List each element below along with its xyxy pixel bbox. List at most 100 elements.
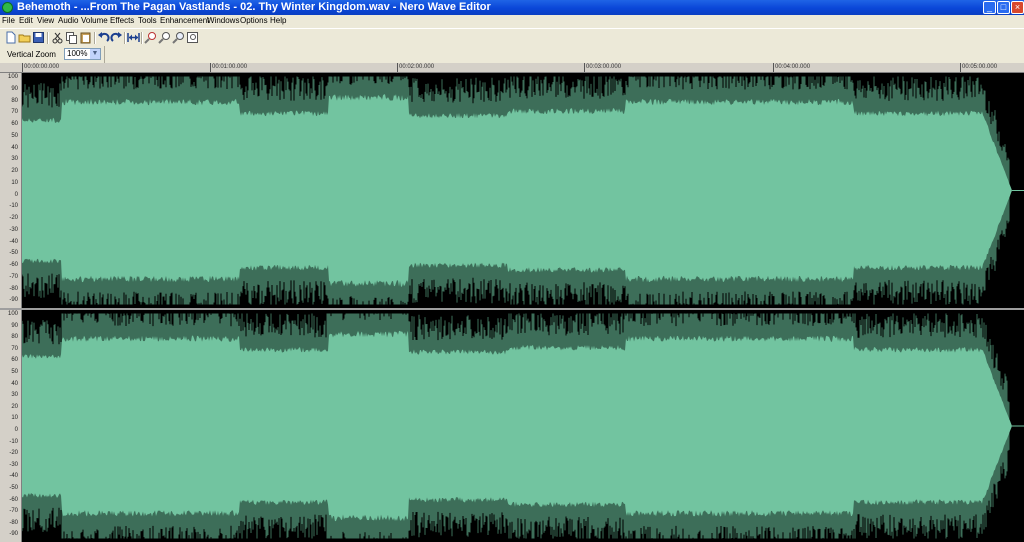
- amplitude-label: 50: [11, 132, 18, 139]
- toolbar-separator: [47, 32, 49, 44]
- menu-edit[interactable]: Edit: [19, 16, 33, 25]
- amplitude-label: -90: [9, 531, 18, 538]
- zoom-selection-icon[interactable]: [172, 31, 185, 44]
- zoom-in-icon[interactable]: [144, 31, 157, 44]
- zoom-out-icon[interactable]: [158, 31, 171, 44]
- amplitude-label: -60: [9, 262, 18, 268]
- amplitude-label: 70: [11, 345, 18, 352]
- amplitude-axis-left-channel: 100 90 80 70 60 50 40 30 20 10 0 -10 -20 -30 -40 -50 -60…: [0, 73, 22, 308]
- title-bar: Behemoth - ...From The Pagan Vastlands -…: [0, 0, 1024, 15]
- save-disk-icon[interactable]: [32, 31, 45, 44]
- amplitude-label: 20: [11, 403, 18, 410]
- copy-icon[interactable]: [65, 31, 78, 44]
- undo-icon[interactable]: [97, 31, 110, 44]
- amplitude-label: -70: [9, 273, 18, 280]
- ruler-label: 00:01:00.000: [212, 64, 248, 70]
- ruler-label: 00:03:00.000: [586, 64, 622, 70]
- menu-bar: File Edit View Audio Volume Effects Tool…: [0, 15, 1024, 28]
- chevron-down-icon[interactable]: ▼: [90, 49, 100, 59]
- close-button[interactable]: ×: [1011, 1, 1024, 14]
- amplitude-label: 40: [11, 380, 18, 387]
- amplitude-label: -50: [9, 250, 18, 257]
- menu-volume[interactable]: Volume: [81, 16, 108, 25]
- menu-effects[interactable]: Effects: [110, 16, 134, 25]
- amplitude-label: 90: [11, 322, 18, 329]
- ruler-label: 00:05:00.000: [962, 64, 998, 70]
- menu-file[interactable]: File: [2, 16, 15, 25]
- ruler-tick: [22, 63, 23, 72]
- menu-tools[interactable]: Tools: [138, 16, 157, 25]
- minimize-button[interactable]: _: [983, 1, 996, 14]
- amplitude-label: 20: [11, 168, 18, 174]
- amplitude-label: 80: [11, 334, 18, 341]
- amplitude-label: -20: [9, 215, 18, 221]
- waveform-svg: [22, 76, 1024, 305]
- waveform-left-channel[interactable]: [22, 73, 1024, 308]
- redo-icon[interactable]: [110, 31, 123, 44]
- ruler-tick: [397, 63, 398, 72]
- waveform-body: [22, 330, 1024, 522]
- amplitude-label: -40: [9, 238, 18, 245]
- ruler-tick: [584, 63, 585, 72]
- amplitude-axis-right-channel: 100 90 80 70 60 50 40 30 20 10 0 -10 -20 -30 -40 -50 -60…: [0, 310, 22, 542]
- amplitude-label: 0: [14, 427, 18, 433]
- fit-width-icon[interactable]: [127, 31, 140, 44]
- amplitude-label: 80: [11, 97, 18, 104]
- menu-audio[interactable]: Audio: [58, 16, 78, 25]
- amplitude-label: 30: [11, 392, 18, 399]
- waveform-right-channel[interactable]: [22, 310, 1024, 542]
- amplitude-label: -10: [9, 203, 18, 210]
- paste-icon[interactable]: [79, 31, 92, 44]
- vertical-zoom-select[interactable]: 100% ▼: [64, 48, 101, 60]
- amplitude-label: -80: [9, 519, 18, 526]
- timeline-ruler[interactable]: 00:00:00.000 00:01:00.000 00:02:00.000 0…: [0, 63, 1024, 73]
- amplitude-label: 10: [11, 415, 18, 422]
- waveform-body: [22, 94, 1024, 287]
- zoom-full-icon[interactable]: [186, 31, 199, 44]
- window-title: Behemoth - ...From The Pagan Vastlands -…: [17, 1, 491, 13]
- amplitude-label: -20: [9, 450, 18, 457]
- ruler-label: 00:04:00.000: [775, 64, 811, 70]
- menu-view[interactable]: View: [37, 16, 54, 25]
- amplitude-label: -30: [9, 226, 18, 233]
- amplitude-label: -10: [9, 438, 18, 445]
- amplitude-label: -70: [9, 508, 18, 515]
- amplitude-label: 100: [7, 311, 18, 317]
- cut-scissors-icon[interactable]: [51, 31, 64, 44]
- amplitude-label: -40: [9, 473, 18, 480]
- ruler-label: 00:02:00.000: [399, 64, 435, 70]
- ruler-tick: [210, 63, 211, 72]
- menu-windows[interactable]: Windows: [207, 16, 239, 25]
- menu-help[interactable]: Help: [270, 16, 286, 25]
- open-folder-icon[interactable]: [18, 31, 31, 44]
- amplitude-label: -80: [9, 285, 18, 292]
- new-file-icon[interactable]: [4, 31, 17, 44]
- amplitude-label: 100: [7, 74, 18, 80]
- ruler-label: 00:00:00.000: [24, 64, 60, 70]
- amplitude-label: -30: [9, 461, 18, 468]
- nero-app-icon[interactable]: [2, 2, 13, 13]
- toolbar-separator: [141, 32, 143, 44]
- toolbar-separator: [94, 32, 96, 44]
- amplitude-label: -60: [9, 496, 18, 503]
- amplitude-label: 30: [11, 156, 18, 163]
- amplitude-label: 70: [11, 109, 18, 116]
- amplitude-label: 40: [11, 144, 18, 151]
- amplitude-label: -50: [9, 485, 18, 491]
- toolbar-separator: [124, 32, 126, 44]
- zoombar-separator: [104, 46, 105, 63]
- menu-options[interactable]: Options: [240, 16, 268, 25]
- menu-enhancement[interactable]: Enhancement: [160, 16, 209, 25]
- toolbar: [0, 28, 1024, 46]
- waveform-svg: [22, 313, 1024, 539]
- ruler-tick: [773, 63, 774, 72]
- amplitude-label: 90: [11, 85, 18, 92]
- zoom-bar: Vertical Zoom 100% ▼: [0, 46, 1024, 63]
- amplitude-label: 60: [11, 357, 18, 364]
- amplitude-label: 60: [11, 121, 18, 127]
- amplitude-label: 10: [11, 179, 18, 186]
- restore-button[interactable]: □: [997, 1, 1010, 14]
- amplitude-label: -90: [9, 297, 18, 304]
- vertical-zoom-value: 100%: [67, 49, 88, 58]
- ruler-tick: [960, 63, 961, 72]
